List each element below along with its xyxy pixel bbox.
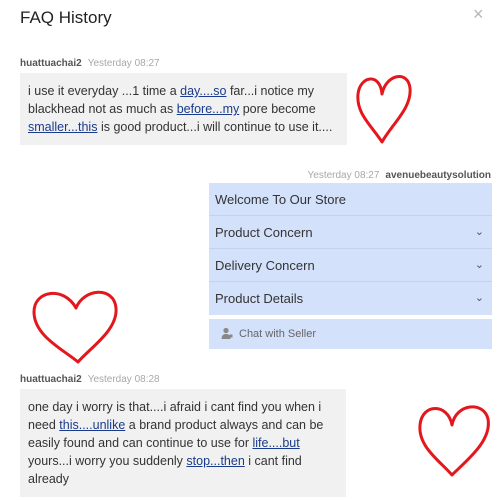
heart-icon [418,405,490,477]
message-link[interactable]: this....unlike [59,418,125,432]
message-text: i use it everyday ...1 time a [28,84,181,98]
heart-icon [32,290,118,364]
message-link[interactable]: before...my [177,102,240,116]
chevron-down-icon: ⌄ [474,259,484,271]
message-author: huattuachai2 [20,58,82,69]
message-link[interactable]: stop...then [186,454,244,468]
menu-item-label: Product Details [215,291,304,306]
menu-item-welcome[interactable]: Welcome To Our Store [209,183,492,216]
menu-item-product-details[interactable]: Product Details ⌄ [209,282,492,315]
chevron-down-icon: ⌄ [474,292,484,304]
message-meta: huattuachai2 Yesterday 08:27 [20,58,160,69]
chevron-down-icon: ⌄ [474,226,484,238]
message-link[interactable]: day....so [180,84,226,98]
faq-menu: Welcome To Our Store Product Concern ⌄ D… [209,183,492,349]
message-bubble: i use it everyday ...1 time a day....so … [20,73,347,145]
heart-icon [356,75,412,144]
message-meta: huattuachai2 Yesterday 08:28 [20,374,160,385]
close-icon[interactable]: × [473,5,489,23]
page-title: FAQ History [20,8,112,27]
menu-item-label: Product Concern [215,225,313,240]
message-text: pore become [239,102,316,116]
chat-with-seller-label: Chat with Seller [239,328,317,340]
chat-with-seller-button[interactable]: Chat with Seller [209,319,492,349]
message-link[interactable]: life....but [252,436,299,450]
message-text: is good product...i will continue to use… [97,120,333,134]
message-text: yours...i worry you suddenly [28,454,187,468]
seller-name: avenuebeautysolution [385,170,491,181]
menu-item-delivery-concern[interactable]: Delivery Concern ⌄ [209,249,492,282]
menu-item-label: Delivery Concern [215,258,315,273]
menu-item-label: Welcome To Our Store [215,192,347,207]
menu-item-product-concern[interactable]: Product Concern ⌄ [209,216,492,249]
user-icon [221,327,233,339]
faq-menu-card: Welcome To Our Store Product Concern ⌄ D… [209,183,492,315]
faq-header: FAQ History × [0,0,500,40]
seller-meta: Yesterday 08:27 avenuebeautysolution [308,170,492,181]
message-time: Yesterday 08:28 [87,374,160,385]
message-time: Yesterday 08:27 [87,58,160,69]
message-link[interactable]: smaller...this [28,120,97,134]
message-author: huattuachai2 [20,374,82,385]
message-bubble: one day i worry is that....i afraid i ca… [20,389,346,497]
seller-time: Yesterday 08:27 [307,170,380,181]
